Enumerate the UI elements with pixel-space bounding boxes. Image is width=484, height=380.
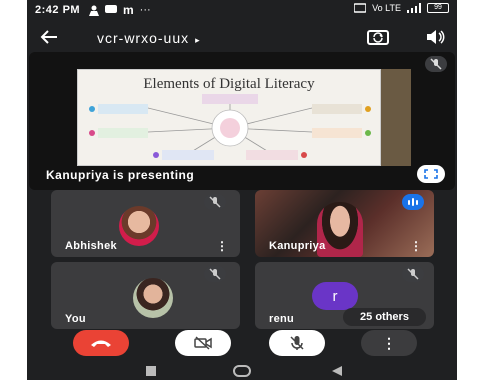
fullscreen-button[interactable] (417, 165, 445, 183)
speaking-badge (402, 194, 424, 210)
chevron-right-icon: ▸ (195, 35, 201, 45)
camera-toggle-button[interactable] (175, 330, 231, 356)
participant-tile[interactable]: Kanupriya ⋮ (255, 190, 434, 257)
avatar-initial: r (332, 287, 338, 305)
app-badge: m (123, 3, 134, 17)
shared-slide: Elements of Digital Literacy (77, 69, 381, 166)
tile-mic-off-badge (204, 194, 226, 210)
meet-screen: 2:42 PM m ··· Vo LTE 99 vcr-wrxo-uux ▸ E… (27, 0, 457, 380)
presentation-view[interactable]: Elements of Digital Literacy Kanupriya i… (29, 52, 455, 190)
meeting-code-button[interactable]: vcr-wrxo-uux ▸ (97, 30, 201, 46)
status-overflow: ··· (139, 4, 151, 16)
participant-tile[interactable]: You (51, 262, 240, 329)
mic-off-icon (209, 196, 221, 208)
avatar: r (312, 282, 358, 310)
status-bar: 2:42 PM m ··· Vo LTE 99 (27, 0, 457, 20)
back-nav-icon[interactable] (331, 365, 343, 377)
participant-name: Kanupriya (269, 240, 326, 252)
participant-tile[interactable]: r renu 25 others (255, 262, 434, 329)
alarm-icon (354, 3, 367, 13)
presenter-label: Kanupriya is presenting (46, 168, 195, 182)
person-icon (89, 5, 99, 16)
more-options-button[interactable]: ⋮ (361, 330, 417, 356)
presentation-mic-off-badge (425, 56, 447, 72)
mic-toggle-button[interactable] (269, 330, 325, 356)
call-controls: ⋮ (27, 322, 457, 360)
back-arrow-icon[interactable] (39, 27, 59, 47)
participant-name: Abhishek (65, 240, 117, 252)
android-nav-bar (27, 362, 457, 380)
mic-off-icon (290, 336, 304, 350)
status-time: 2:42 PM (35, 4, 81, 16)
avatar (119, 206, 159, 246)
speaker-icon[interactable] (425, 28, 447, 46)
meeting-code: vcr-wrxo-uux (97, 30, 190, 46)
more-vert-icon[interactable]: ⋮ (410, 239, 422, 253)
more-vert-icon: ⋮ (382, 334, 396, 351)
tile-mic-off-badge (204, 266, 226, 282)
battery-icon: 99 (427, 3, 449, 13)
switch-camera-icon[interactable] (367, 28, 389, 46)
mic-off-icon (209, 268, 221, 280)
more-vert-icon[interactable]: ⋮ (216, 239, 228, 253)
signal-label: Vo LTE (372, 3, 401, 13)
top-bar: vcr-wrxo-uux ▸ (27, 22, 457, 52)
signal-icon (407, 3, 421, 13)
fullscreen-icon (424, 169, 438, 179)
mic-off-icon (407, 268, 419, 280)
avatar (133, 278, 173, 318)
slide-side-strip (381, 69, 411, 166)
camera-off-icon (194, 336, 212, 350)
home-nav-icon[interactable] (233, 365, 251, 377)
recents-nav-icon[interactable] (145, 365, 157, 377)
tile-mic-off-badge (402, 266, 424, 282)
participant-tile[interactable]: Abhishek ⋮ (51, 190, 240, 257)
end-call-icon (91, 340, 111, 347)
end-call-button[interactable] (73, 330, 129, 356)
chat-icon (105, 5, 117, 13)
slide-diagram (89, 94, 371, 160)
mic-off-icon (430, 58, 442, 70)
